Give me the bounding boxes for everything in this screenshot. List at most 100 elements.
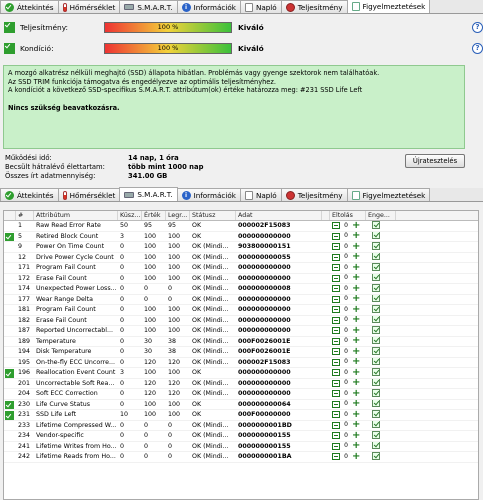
decrease-offset-icon[interactable] xyxy=(332,453,340,461)
enabled-checkbox[interactable] xyxy=(372,347,380,355)
tab-5[interactable]: Teljesítmény xyxy=(280,0,348,13)
increase-offset-icon[interactable]: + xyxy=(352,431,360,440)
decrease-offset-icon[interactable] xyxy=(332,295,340,303)
enabled-checkbox[interactable] xyxy=(372,326,380,334)
header-attribute[interactable]: Attribútum xyxy=(34,211,118,220)
enabled-checkbox[interactable] xyxy=(372,284,380,292)
enabled-checkbox[interactable] xyxy=(372,410,380,418)
decrease-offset-icon[interactable] xyxy=(332,348,340,356)
table-row[interactable]: 204 Soft ECC Correction 0 120 120 OK (Mindi..… xyxy=(4,389,478,400)
header-raw[interactable]: Adat xyxy=(236,211,322,220)
table-row[interactable]: 172 Erase Fail Count 0 100 100 OK (Mindi... 00… xyxy=(4,273,478,284)
decrease-offset-icon[interactable] xyxy=(332,274,340,282)
decrease-offset-icon[interactable] xyxy=(332,390,340,398)
table-row[interactable]: 5 Retired Block Count 3 100 100 OK 00000000000… xyxy=(4,231,478,242)
health-help-icon[interactable]: ? xyxy=(472,21,483,33)
decrease-offset-icon[interactable] xyxy=(332,327,340,335)
decrease-offset-icon[interactable] xyxy=(332,222,340,230)
table-row[interactable]: 241 Lifetime Writes from Ho... 0 0 0 OK (Mind… xyxy=(4,441,478,452)
enabled-checkbox[interactable] xyxy=(372,420,380,428)
header-value[interactable]: Érték xyxy=(142,211,166,220)
table-row[interactable]: 187 Reported Uncorrectabl... 0 100 100 OK (Mi… xyxy=(4,326,478,337)
decrease-offset-icon[interactable] xyxy=(332,306,340,314)
tab-4[interactable]: Napló xyxy=(239,188,282,201)
enabled-checkbox[interactable] xyxy=(372,378,380,386)
decrease-offset-icon[interactable] xyxy=(332,442,340,450)
header-worst[interactable]: Legr... xyxy=(166,211,190,220)
table-row[interactable]: 230 Life Curve Status 0 100 100 OK 00000000006… xyxy=(4,399,478,410)
table-row[interactable]: 231 SSD Life Left 10 100 100 OK 000F00000000 0 + xyxy=(4,410,478,421)
decrease-offset-icon[interactable] xyxy=(332,285,340,293)
header-status[interactable]: Státusz xyxy=(190,211,236,220)
increase-offset-icon[interactable]: + xyxy=(352,253,360,262)
decrease-offset-icon[interactable] xyxy=(332,232,340,240)
table-row[interactable]: 234 Vendor-specific 0 0 0 OK (Mindi... 0000000… xyxy=(4,431,478,442)
increase-offset-icon[interactable]: + xyxy=(352,400,360,409)
decrease-offset-icon[interactable] xyxy=(332,379,340,387)
increase-offset-icon[interactable]: + xyxy=(352,347,360,356)
table-row[interactable]: 195 On-the-fly ECC Uncorre... 0 120 120 OK (M… xyxy=(4,357,478,368)
increase-offset-icon[interactable]: + xyxy=(352,358,360,367)
enabled-checkbox[interactable] xyxy=(372,431,380,439)
increase-offset-icon[interactable]: + xyxy=(352,421,360,430)
table-row[interactable]: 201 Uncorrectable Soft Rea... 0 120 120 OK (M… xyxy=(4,378,478,389)
increase-offset-icon[interactable]: + xyxy=(352,368,360,377)
tab-1[interactable]: Hőmérséklet xyxy=(57,0,121,13)
increase-offset-icon[interactable]: + xyxy=(352,242,360,251)
enabled-checkbox[interactable] xyxy=(372,252,380,260)
header-enabled[interactable]: Enge... xyxy=(366,211,396,220)
enabled-checkbox[interactable] xyxy=(372,231,380,239)
tab-0[interactable]: Áttekintés xyxy=(0,0,59,13)
increase-offset-icon[interactable]: + xyxy=(352,316,360,325)
table-row[interactable]: 174 Unexpected Power Loss... 0 0 0 OK (Mindi.… xyxy=(4,284,478,295)
increase-offset-icon[interactable]: + xyxy=(352,337,360,346)
table-row[interactable]: 177 Wear Range Delta 0 0 0 OK (Mindi... 000000… xyxy=(4,294,478,305)
table-row[interactable]: 12 Drive Power Cycle Count 0 100 100 OK (Mind… xyxy=(4,252,478,263)
table-row[interactable]: 189 Temperature 0 30 38 OK (Mindi... 000F00260… xyxy=(4,336,478,347)
enabled-checkbox[interactable] xyxy=(372,263,380,271)
increase-offset-icon[interactable]: + xyxy=(352,274,360,283)
enabled-checkbox[interactable] xyxy=(372,305,380,313)
increase-offset-icon[interactable]: + xyxy=(352,305,360,314)
tab-5[interactable]: Teljesítmény xyxy=(280,188,348,201)
increase-offset-icon[interactable]: + xyxy=(352,295,360,304)
header-offset[interactable]: Eltolás xyxy=(330,211,366,220)
decrease-offset-icon[interactable] xyxy=(332,264,340,272)
tab-6[interactable]: Figyelmeztetések xyxy=(346,0,431,13)
retest-button[interactable]: Újratesztelés xyxy=(405,154,465,168)
enabled-checkbox[interactable] xyxy=(372,336,380,344)
enabled-checkbox[interactable] xyxy=(372,357,380,365)
enabled-checkbox[interactable] xyxy=(372,242,380,250)
table-row[interactable]: 233 Lifetime Compressed W... 0 0 0 OK (Mindi.… xyxy=(4,420,478,431)
decrease-offset-icon[interactable] xyxy=(332,243,340,251)
table-row[interactable]: 1 Raw Read Error Rate 50 95 95 OK 000002F15083… xyxy=(4,221,478,232)
increase-offset-icon[interactable]: + xyxy=(352,410,360,419)
decrease-offset-icon[interactable] xyxy=(332,358,340,366)
decrease-offset-icon[interactable] xyxy=(332,369,340,377)
tab-2[interactable]: S.M.A.R.T. xyxy=(119,187,178,201)
header-id[interactable]: # xyxy=(16,211,34,220)
increase-offset-icon[interactable]: + xyxy=(352,326,360,335)
enabled-checkbox[interactable] xyxy=(372,389,380,397)
enabled-checkbox[interactable] xyxy=(372,368,380,376)
tab-3[interactable]: i Információk xyxy=(176,0,241,13)
table-row[interactable]: 194 Disk Temperature 0 30 38 OK (Mindi... 000F… xyxy=(4,347,478,358)
tab-1[interactable]: Hőmérséklet xyxy=(57,188,121,201)
decrease-offset-icon[interactable] xyxy=(332,253,340,261)
tab-4[interactable]: Napló xyxy=(239,0,282,13)
enabled-checkbox[interactable] xyxy=(372,315,380,323)
increase-offset-icon[interactable]: + xyxy=(352,379,360,388)
tab-6[interactable]: Figyelmeztetések xyxy=(346,188,431,201)
decrease-offset-icon[interactable] xyxy=(332,432,340,440)
decrease-offset-icon[interactable] xyxy=(332,400,340,408)
table-row[interactable]: 242 Lifetime Reads from Ho... 0 0 0 OK (Mindi… xyxy=(4,452,478,463)
enabled-checkbox[interactable] xyxy=(372,273,380,281)
decrease-offset-icon[interactable] xyxy=(332,421,340,429)
increase-offset-icon[interactable]: + xyxy=(352,232,360,241)
increase-offset-icon[interactable]: + xyxy=(352,284,360,293)
enabled-checkbox[interactable] xyxy=(372,221,380,229)
table-row[interactable]: 196 Reallocation Event Count 3 100 100 OK 0000… xyxy=(4,368,478,379)
decrease-offset-icon[interactable] xyxy=(332,337,340,345)
condition-help-icon[interactable]: ? xyxy=(472,42,483,54)
table-row[interactable]: 9 Power On Time Count 0 100 100 OK (Mindi... 9… xyxy=(4,242,478,253)
